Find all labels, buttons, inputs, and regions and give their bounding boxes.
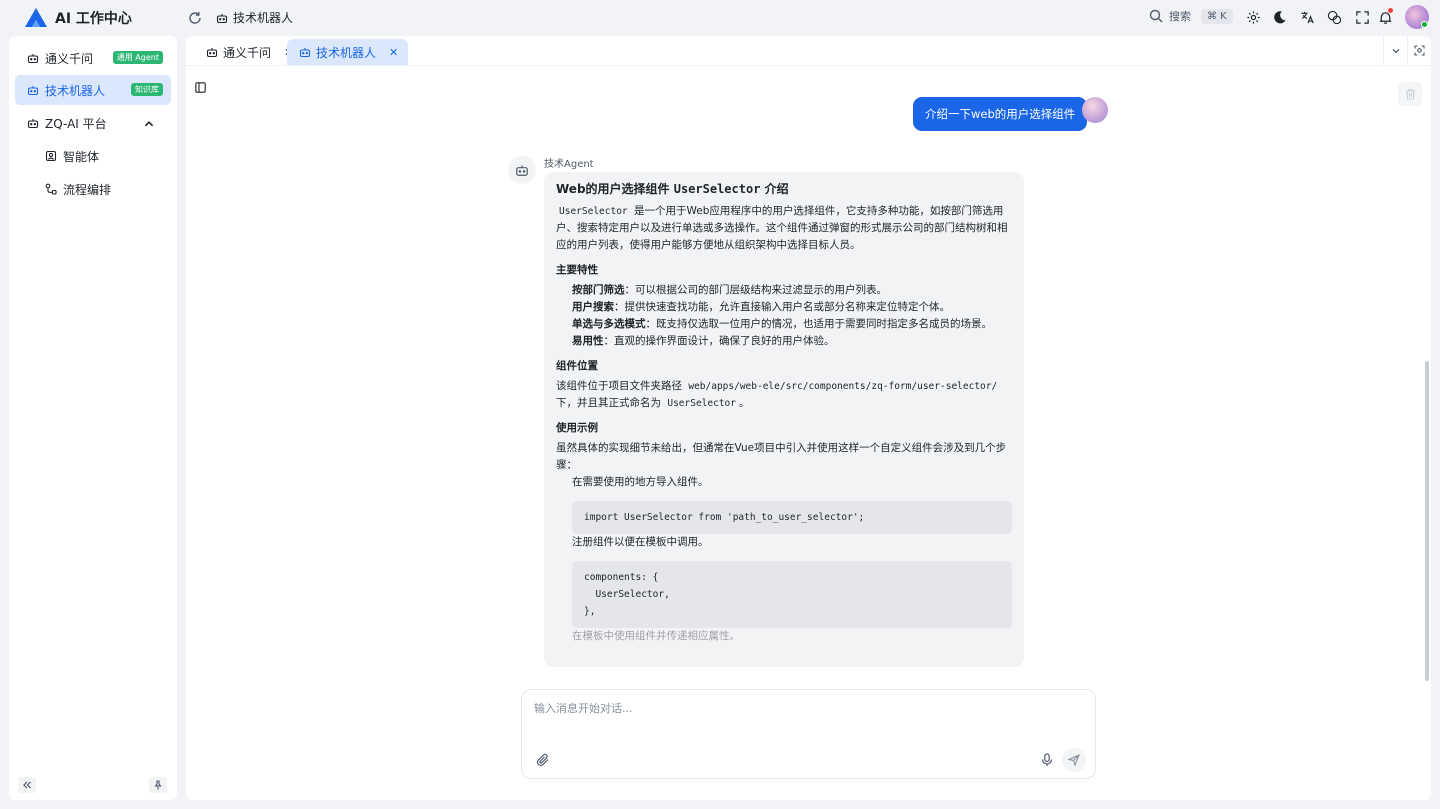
usage-step: 在需要使用的地方导入组件。: [572, 476, 709, 488]
search-label: 搜索: [1169, 10, 1191, 23]
message-composer: [521, 689, 1096, 779]
focus-icon: [1414, 45, 1425, 56]
bot-avatar: [508, 156, 536, 184]
tab-tech-robot[interactable]: 技术机器人 ✕: [287, 39, 409, 65]
feature-item: 易用性：直观的操作界面设计，确保了良好的用户体验。: [572, 335, 835, 347]
chat-scrollbar[interactable]: [1425, 361, 1429, 681]
pin-icon: [154, 780, 162, 790]
code-block: import UserSelector from 'path_to_user_s…: [572, 501, 1012, 534]
sidebar-item-tech-robot[interactable]: 技术机器人 知识库: [15, 75, 171, 105]
chevron-up-icon[interactable]: [143, 118, 155, 130]
tabs-dropdown-button[interactable]: [1383, 36, 1407, 65]
paperclip-icon[interactable]: [536, 753, 550, 767]
app-title: AI 工作中心: [55, 11, 132, 27]
sidebar-item-label: 技术机器人: [45, 83, 106, 98]
reply-title-suffix: 介绍: [764, 182, 789, 196]
tab-label: 通义千问: [223, 45, 272, 60]
logo-icon: [25, 8, 47, 27]
reply-title-prefix: Web的用户选择组件: [556, 182, 670, 196]
sidebar-item-label: 通义千问: [45, 51, 94, 66]
toggle-panel-icon[interactable]: [195, 82, 206, 93]
reply-title: Web的用户选择组件 UserSelector 介绍: [556, 180, 1012, 198]
sidebar-item-label: ZQ-AI 平台: [45, 116, 107, 131]
fullscreen-icon[interactable]: [1355, 10, 1370, 25]
sidebar-item-agents[interactable]: 智能体: [15, 141, 171, 171]
microphone-icon[interactable]: [1040, 753, 1054, 767]
usage-step: 在模板中使用组件并传递相应属性。: [572, 630, 740, 642]
online-status-dot: [1421, 21, 1428, 28]
tabs-bar: 通义千问 ✕ 技术机器人 ✕: [186, 36, 1431, 65]
robot-icon: [516, 165, 528, 176]
send-button[interactable]: [1062, 748, 1086, 772]
tab-label: 技术机器人: [316, 45, 377, 60]
location-text: 该组件位于项目文件夹路径 web/apps/web-ele/src/compon…: [556, 380, 998, 409]
sidebar-item-label: 智能体: [63, 149, 100, 164]
clear-chat-button[interactable]: [1398, 82, 1422, 106]
user-message-bubble: 介绍一下web的用户选择组件: [913, 97, 1088, 131]
sidebar-item-workflow[interactable]: 流程编排: [15, 174, 171, 204]
bot-name: 技术Agent: [544, 159, 594, 170]
reply-title-code: UserSelector: [673, 182, 761, 196]
usage-step: 注册组件以便在模板中调用。: [572, 536, 709, 548]
robot-icon: [206, 48, 218, 58]
location-heading: 组件位置: [556, 360, 598, 372]
user-message-avatar: [1082, 97, 1108, 123]
tab-maximize-button[interactable]: [1407, 36, 1431, 65]
translate-icon[interactable]: [1300, 10, 1315, 25]
pin-sidebar-button[interactable]: [149, 777, 167, 793]
notification-dot: [1388, 8, 1393, 13]
workflow-icon: [45, 183, 57, 195]
message-input[interactable]: [534, 700, 1082, 740]
chat-panel: 介绍一下web的用户选择组件 技术Agent Web的用户选择组件 UserSe…: [186, 66, 1431, 800]
usage-intro: 虽然具体的实现细节未给出，但通常在Vue项目中引入并使用这样一个自定义组件会涉及…: [556, 442, 1007, 471]
tabs-actions: [1383, 36, 1431, 65]
breadcrumb: 技术机器人: [216, 9, 293, 26]
bot-message-bubble: Web的用户选择组件 UserSelector 介绍 UserSelector …: [544, 172, 1024, 667]
feature-item: 按部门筛选：可以根据公司的部门层级结构来过滤显示的用户列表。: [572, 284, 887, 296]
send-icon: [1068, 754, 1080, 766]
tab-tongyi[interactable]: 通义千问 ✕: [186, 39, 303, 65]
feature-item: 用户搜索：提供快速查找功能，允许直接输入用户名或部分名称来定位特定个体。: [572, 301, 950, 313]
trash-icon: [1405, 88, 1415, 100]
features-heading: 主要特性: [556, 264, 598, 276]
settings-icon[interactable]: [1246, 10, 1261, 25]
top-bar: AI 工作中心 技术机器人 搜索 ⌘ K: [0, 0, 1440, 36]
search-shortcut: ⌘ K: [1201, 8, 1233, 24]
robot-icon: [27, 86, 39, 96]
feature-item: 单选与多选模式：既支持仅选取一位用户的情况，也适用于需要同时指定多名成员的场景。: [572, 318, 992, 330]
breadcrumb-label: 技术机器人: [233, 11, 294, 25]
robot-icon: [27, 119, 39, 129]
sidebar-badge: 知识库: [131, 83, 163, 96]
search-icon: [1149, 9, 1163, 23]
search-button[interactable]: 搜索 ⌘ K: [1149, 8, 1233, 24]
collapse-sidebar-button[interactable]: [18, 777, 36, 793]
sidebar-item-zqai-platform[interactable]: ZQ-AI 平台: [15, 108, 171, 138]
chevron-down-icon: [1392, 48, 1399, 53]
sidebar: 通义千问 通用 Agent 技术机器人 知识库 ZQ-AI 平台 智能体 流程编…: [9, 36, 177, 800]
robot-icon: [216, 13, 228, 23]
usage-heading: 使用示例: [556, 422, 598, 434]
robot-icon: [299, 48, 311, 58]
moon-icon[interactable]: [1272, 10, 1287, 25]
inline-code: UserSelector: [559, 206, 628, 217]
sidebar-item-label: 流程编排: [63, 182, 112, 197]
robot-icon: [27, 54, 39, 64]
agent-icon: [45, 150, 57, 162]
sidebar-item-tongyi[interactable]: 通义千问 通用 Agent: [15, 43, 171, 73]
double-chevron-left-icon: [23, 781, 31, 789]
close-icon[interactable]: ✕: [389, 46, 398, 59]
theme-icon[interactable]: [1327, 10, 1342, 25]
app-logo[interactable]: AI 工作中心: [24, 7, 132, 29]
code-block: components: { UserSelector, },: [572, 561, 1012, 628]
refresh-icon[interactable]: [187, 10, 203, 26]
reply-intro: UserSelector 是一个用于Web应用程序中的用户选择组件，它支持多种功…: [556, 203, 1012, 254]
sidebar-badge: 通用 Agent: [112, 51, 163, 64]
